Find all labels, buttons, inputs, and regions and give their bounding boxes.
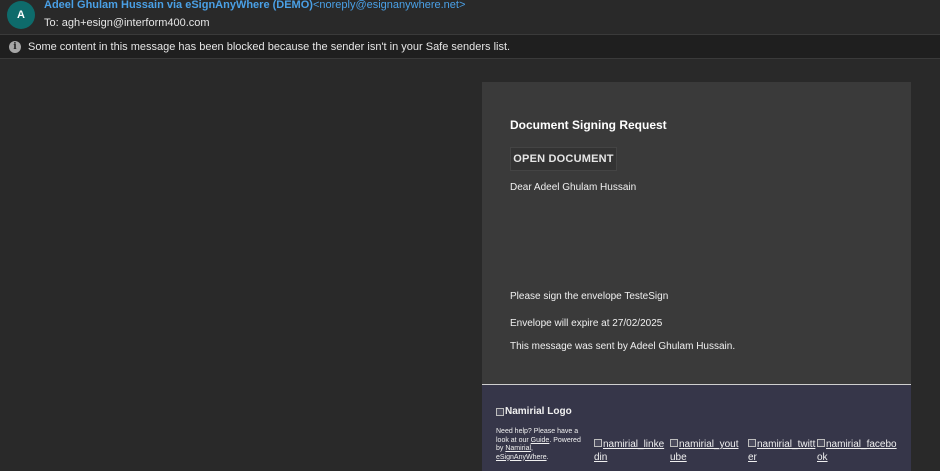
broken-image-icon — [670, 439, 678, 447]
greeting-text: Dear Adeel Ghulam Hussain — [510, 182, 637, 193]
help-text: Need help? Please have a look at our Gui… — [496, 428, 581, 461]
twitter-link[interactable]: namirial_twitter — [748, 438, 820, 464]
blocked-content-text: Some content in this message has been bl… — [28, 40, 511, 53]
linkedin-alt-text: namirial_linkedin — [594, 439, 665, 463]
email-header: A Adeel Ghulam Hussain via eSignAnyWhere… — [0, 0, 940, 34]
info-icon: i — [9, 40, 21, 53]
namirial-link[interactable]: Namirial — [505, 445, 531, 452]
sign-instruction-text: Please sign the envelope TesteSign — [510, 291, 669, 302]
blocked-content-banner: i Some content in this message has been … — [0, 34, 940, 59]
sender-line[interactable]: Adeel Ghulam Hussain via eSignAnyWhere (… — [44, 0, 465, 11]
guide-link[interactable]: Guide — [531, 437, 550, 444]
avatar-letter: A — [17, 9, 25, 21]
namirial-logo: Namirial Logo — [496, 406, 572, 417]
sender-avatar[interactable]: A — [7, 1, 35, 29]
linkedin-link[interactable]: namirial_linkedin — [594, 438, 666, 464]
sender-email[interactable]: <noreply@esignanywhere.net> — [313, 0, 465, 11]
open-document-button[interactable]: OPEN DOCUMENT — [510, 147, 617, 171]
sender-name[interactable]: Adeel Ghulam Hussain via eSignAnyWhere (… — [44, 0, 313, 11]
recipient-address[interactable]: agh+esign@interform400.com — [62, 17, 210, 29]
expiry-text: Envelope will expire at 27/02/2025 — [510, 318, 663, 329]
broken-image-icon — [748, 439, 756, 447]
logo-alt-text: Namirial Logo — [505, 406, 572, 417]
email-body-card: Document Signing Request OPEN DOCUMENT D… — [482, 82, 911, 384]
broken-image-icon — [496, 407, 504, 416]
twitter-alt-text: namirial_twitter — [748, 439, 816, 463]
broken-image-icon — [817, 439, 825, 447]
recipient-line: To: agh+esign@interform400.com — [44, 17, 210, 29]
facebook-alt-text: namirial_facebook — [817, 439, 897, 463]
sent-by-text: This message was sent by Adeel Ghulam Hu… — [510, 341, 736, 352]
email-footer: Namirial Logo Need help? Please have a l… — [482, 385, 911, 471]
to-label: To: — [44, 17, 59, 29]
youtube-alt-text: namirial_youtube — [670, 439, 739, 463]
email-title: Document Signing Request — [510, 118, 667, 132]
broken-image-icon — [594, 439, 602, 447]
youtube-link[interactable]: namirial_youtube — [670, 438, 742, 464]
facebook-link[interactable]: namirial_facebook — [817, 438, 901, 464]
esignanywhere-link[interactable]: eSignAnyWhere — [496, 454, 547, 461]
